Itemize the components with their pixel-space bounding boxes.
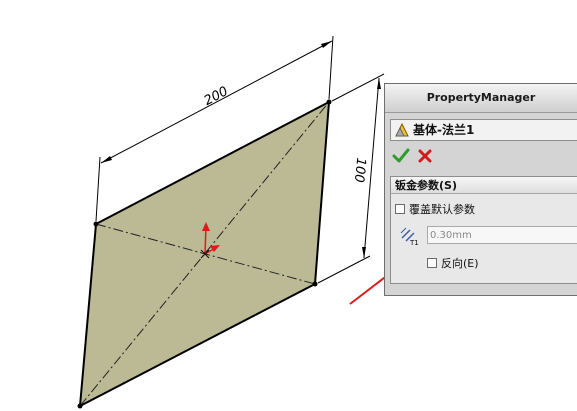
vertex-point[interactable] bbox=[93, 221, 99, 227]
base-flange-feature-icon bbox=[395, 122, 409, 137]
feature-name: 基体-法兰1 bbox=[413, 123, 475, 137]
thickness-input[interactable] bbox=[427, 226, 577, 244]
vertex-point[interactable] bbox=[312, 281, 318, 287]
vertex-point[interactable] bbox=[77, 403, 83, 409]
cancel-button[interactable] bbox=[416, 147, 434, 165]
ok-button[interactable] bbox=[392, 147, 410, 165]
vertex-point[interactable] bbox=[326, 99, 332, 105]
group-header[interactable]: 钣金参数(S) bbox=[391, 177, 577, 194]
reverse-direction-row[interactable]: 反向(E) bbox=[427, 255, 479, 271]
property-manager-title: PropertyManager bbox=[385, 84, 577, 113]
feature-header: 基体-法兰1 bbox=[390, 119, 577, 141]
reverse-direction-checkbox[interactable] bbox=[427, 258, 437, 268]
sheet-metal-parameters-group: 钣金参数(S) 覆盖默认参数 T1 反向(E) bbox=[390, 176, 577, 284]
thickness-icon-label: T1 bbox=[409, 239, 419, 247]
override-default-row[interactable]: 覆盖默认参数 bbox=[395, 201, 475, 217]
red-x-icon bbox=[418, 149, 432, 163]
thickness-icon: T1 bbox=[400, 227, 419, 247]
reverse-direction-label: 反向(E) bbox=[441, 257, 479, 270]
override-default-checkbox[interactable] bbox=[395, 204, 405, 214]
dimension-height-text: 100 bbox=[351, 157, 369, 183]
override-default-label: 覆盖默认参数 bbox=[409, 203, 475, 216]
property-manager-panel: PropertyManager 基体-法兰1 钣金参数(S) 覆盖默认参数 T1 bbox=[384, 83, 577, 296]
green-checkmark-icon bbox=[392, 148, 410, 163]
dimension-width-text: 200 bbox=[202, 84, 231, 109]
